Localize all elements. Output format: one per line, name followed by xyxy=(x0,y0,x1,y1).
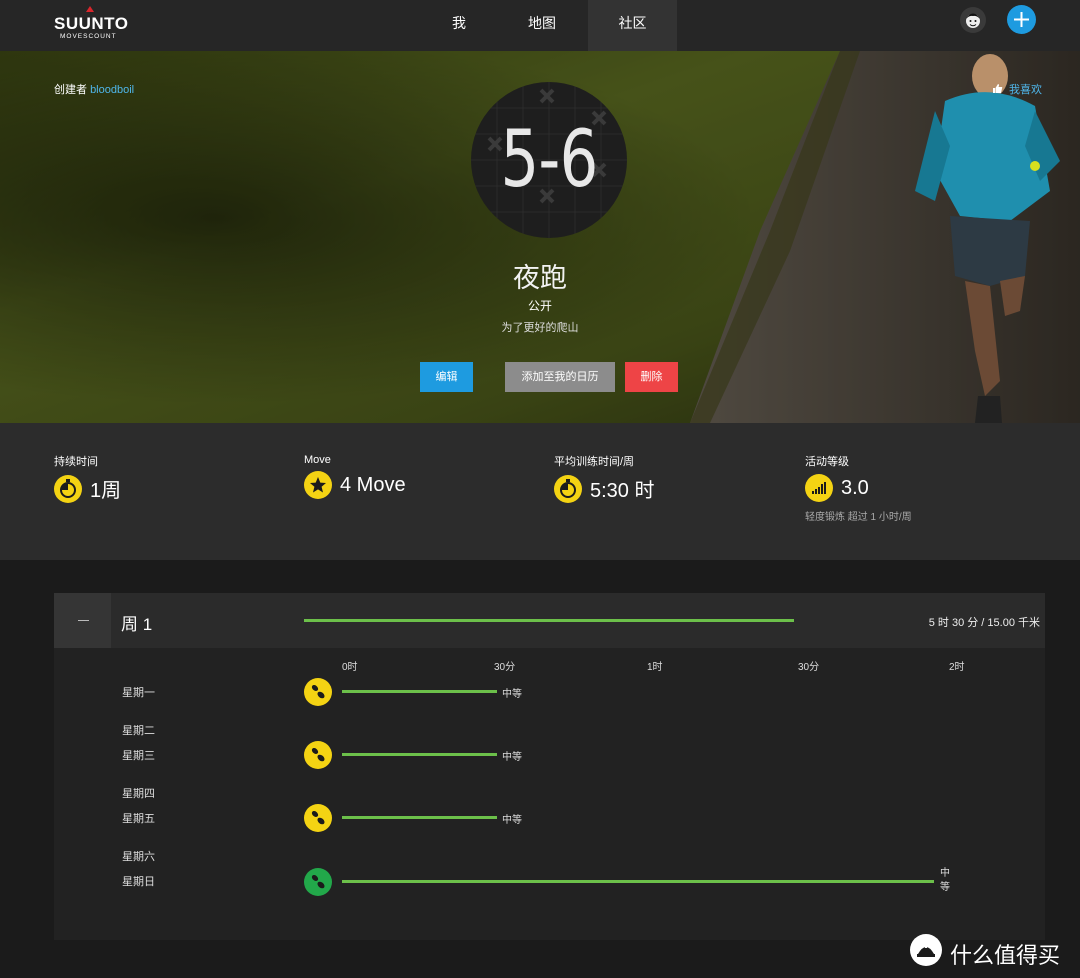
week-total: 5 时 30 分 / 15.00 千米 xyxy=(928,617,1040,629)
plan-title: 夜跑 xyxy=(513,263,567,293)
week-header[interactable]: 周 1 5 时 30 分 / 15.00 千米 xyxy=(54,593,1045,648)
thumbs-up-icon xyxy=(992,83,1003,97)
logo-triangle-icon xyxy=(86,6,94,12)
logo-subtext: MOVESCOUNT xyxy=(60,33,117,40)
shoe-icon[interactable] xyxy=(304,678,332,706)
plan-badge: 5-6 xyxy=(471,82,627,238)
badge-text: 5-6 xyxy=(500,115,598,205)
creator-prefix: 创建者 xyxy=(54,84,87,96)
nav-tab-community[interactable]: 社区 xyxy=(588,0,677,51)
add-button[interactable] xyxy=(1007,5,1036,34)
stat-value: 5:30 时 xyxy=(590,480,655,502)
stopwatch-icon xyxy=(554,474,582,503)
activity-duration-bar[interactable] xyxy=(342,753,497,756)
stopwatch-icon xyxy=(54,474,82,503)
week-schedule: 周 1 5 时 30 分 / 15.00 千米 0时 30分 1时 30分 2时… xyxy=(54,593,1045,940)
intensity-label: 中等 xyxy=(502,689,522,700)
creator-link[interactable]: bloodboil xyxy=(90,84,134,96)
shoe-icon[interactable] xyxy=(304,741,332,769)
delete-button[interactable]: 删除 xyxy=(625,362,678,392)
time-axis-label: 2时 xyxy=(949,662,965,673)
activity-duration-bar[interactable] xyxy=(342,690,497,693)
day-label: 星期三 xyxy=(122,750,155,762)
week-progress-bar xyxy=(304,619,794,622)
activity-level-note: 轻度锻炼 超过 1 小时/周 xyxy=(805,512,912,523)
stats-panel: 持续时间 1周 Move 4 Move 平均训练时间/周 5:30 时 活动等级… xyxy=(0,423,1080,560)
nav-tab-me[interactable]: 我 xyxy=(430,0,488,51)
watermark-text: 什么值得买 xyxy=(950,943,1061,968)
day-label: 星期一 xyxy=(122,687,155,699)
user-avatar[interactable] xyxy=(960,7,986,33)
watermark-logo-icon xyxy=(910,934,942,966)
add-to-calendar-button[interactable]: 添加至我的日历 xyxy=(505,362,615,392)
stat-duration: 持续时间 1周 xyxy=(54,453,294,504)
activity-duration-bar[interactable] xyxy=(342,816,497,819)
stat-label: Move xyxy=(304,454,331,466)
like-label: 我喜欢 xyxy=(1009,84,1042,96)
shoe-icon[interactable] xyxy=(304,804,332,832)
stat-value: 3.0 xyxy=(841,476,869,499)
day-label: 星期日 xyxy=(122,876,155,888)
day-label: 星期二 xyxy=(122,725,155,737)
intensity-label: 中等 xyxy=(940,868,950,893)
stat-value: 1周 xyxy=(90,480,122,502)
stat-activity-level: 活动等级 3.0 xyxy=(805,453,1045,504)
hero-banner: 创建者 bloodboil 我喜欢 5-6 夜跑 公开 为了更好的爬山 编辑 添… xyxy=(0,51,1080,423)
stat-move: Move 4 Move xyxy=(304,454,544,501)
day-label: 星期六 xyxy=(122,851,155,863)
plus-icon xyxy=(1014,12,1029,27)
minus-icon xyxy=(78,620,89,621)
shoe-icon[interactable] xyxy=(304,868,332,896)
time-axis-label: 30分 xyxy=(798,662,820,673)
suunto-logo[interactable]: SUUNTO MOVESCOUNT xyxy=(54,6,134,44)
nav-tab-map[interactable]: 地图 xyxy=(505,0,579,51)
like-button[interactable]: 我喜欢 xyxy=(992,81,1042,97)
stat-label: 平均训练时间/周 xyxy=(554,456,635,468)
star-icon xyxy=(304,471,332,499)
day-label: 星期五 xyxy=(122,813,155,825)
edit-button[interactable]: 编辑 xyxy=(420,362,473,392)
stat-label: 持续时间 xyxy=(54,456,98,468)
day-label: 星期四 xyxy=(122,788,155,800)
activity-duration-bar[interactable] xyxy=(342,880,934,883)
logo-text: SUUNTO xyxy=(54,14,129,33)
plan-description: 为了更好的爬山 xyxy=(501,322,579,334)
time-axis-label: 30分 xyxy=(494,662,516,673)
intensity-label: 中等 xyxy=(502,752,522,763)
avatar-face-icon xyxy=(965,13,981,28)
stat-label: 活动等级 xyxy=(805,456,849,468)
top-navbar: SUUNTO MOVESCOUNT 我 地图 社区 xyxy=(0,0,1080,51)
time-axis-label: 0时 xyxy=(342,662,358,673)
signal-bars-icon xyxy=(805,474,833,502)
creator-info: 创建者 bloodboil xyxy=(54,81,134,97)
stat-value: 4 Move xyxy=(340,473,406,496)
collapse-button[interactable] xyxy=(54,593,111,648)
time-axis-label: 1时 xyxy=(647,662,663,673)
stat-avg-training: 平均训练时间/周 5:30 时 xyxy=(554,453,794,504)
week-title: 周 1 xyxy=(121,615,153,634)
visibility-label: 公开 xyxy=(527,299,552,313)
intensity-label: 中等 xyxy=(502,815,522,826)
